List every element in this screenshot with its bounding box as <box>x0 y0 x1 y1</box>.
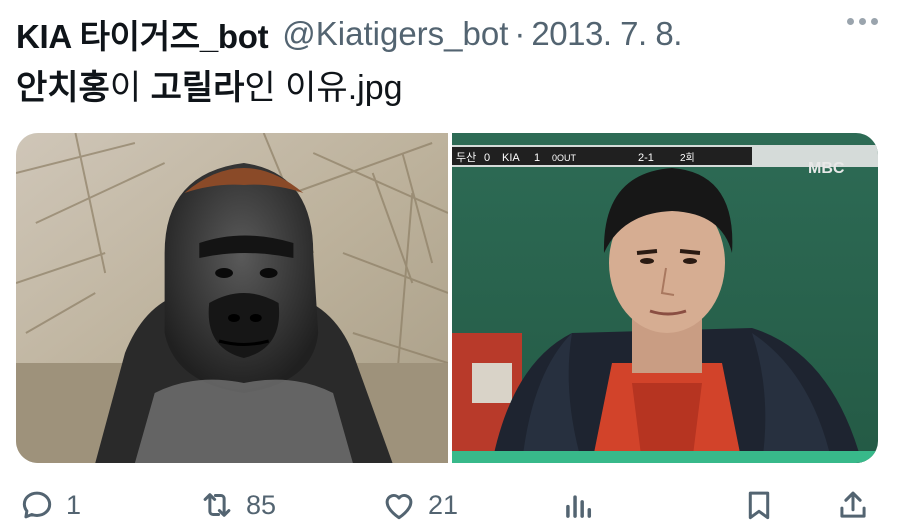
scoreboard-inning: 2회 <box>680 152 695 164</box>
author-name[interactable]: KIA 타이거즈_bot <box>16 10 269 58</box>
bookmark-icon <box>748 491 770 520</box>
retweet-icon <box>203 493 231 517</box>
reply-icon <box>22 491 52 519</box>
bookmark-button[interactable] <box>740 486 778 524</box>
tweet-text-bold-1: 안치홍 <box>16 69 110 107</box>
tweet-date[interactable]: 2013. 7. 8. <box>531 15 682 53</box>
reply-count: 1 <box>66 489 82 520</box>
scoreboard-team-1: 두산 <box>456 151 476 164</box>
retweet-count: 85 <box>246 489 277 520</box>
share-button[interactable] <box>834 486 872 524</box>
tweet-text: 안치홍이 고릴라인 이유.jpg <box>16 66 403 110</box>
tweet-text-part-1: 이 <box>109 69 151 107</box>
broadcaster-logo: MBC <box>808 160 845 177</box>
tweet-text-bold-2: 고릴라 <box>150 69 245 107</box>
like-button[interactable]: 21 <box>380 486 458 524</box>
retweet-button[interactable]: 85 <box>198 486 276 524</box>
views-button[interactable] <box>560 486 598 524</box>
scoreboard-count: 2-1 <box>638 152 654 164</box>
scoreboard-team-1-score: 0 <box>484 152 490 164</box>
heart-icon <box>385 494 413 520</box>
share-icon <box>840 491 866 518</box>
tweet-text-part-2: 인 이유.jpg <box>244 69 403 107</box>
baseball-player-photo[interactable]: 두산 0 KIA 1 0OUT 2-1 2회 MBC <box>452 133 878 463</box>
views-chart-icon <box>566 495 592 518</box>
tweet-header: KIA 타이거즈_bot @Kiatigers_bot · 2013. 7. 8… <box>16 12 880 56</box>
more-icon[interactable] <box>847 18 878 25</box>
scoreboard-outs: 0OUT <box>552 153 577 163</box>
gorilla-photo[interactable] <box>16 133 452 463</box>
separator-dot: · <box>514 15 526 52</box>
tweet-media[interactable]: 두산 0 KIA 1 0OUT 2-1 2회 MBC <box>16 133 878 463</box>
author-handle[interactable]: @Kiatigers_bot <box>282 15 508 53</box>
tweet-actions: 1 85 21 <box>0 478 900 532</box>
scoreboard-team-2: KIA <box>502 152 520 164</box>
scoreboard-team-2-score: 1 <box>534 152 540 164</box>
like-count: 21 <box>428 489 459 520</box>
reply-button[interactable]: 1 <box>18 486 81 524</box>
